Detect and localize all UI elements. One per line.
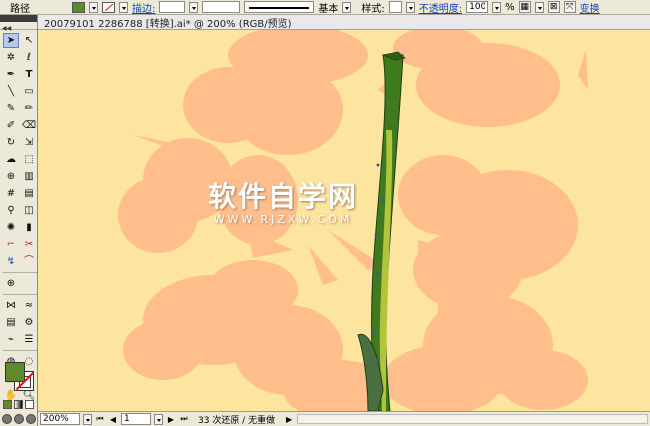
- selection-tool-icon[interactable]: ➤: [3, 33, 19, 48]
- rotate-tool-icon[interactable]: ↻: [3, 135, 19, 150]
- anchor-convert-tool-icon[interactable]: ↯: [3, 254, 19, 269]
- direct-selection-tool-icon[interactable]: ↖: [21, 33, 37, 48]
- status-menu-icon[interactable]: ▶: [284, 413, 294, 425]
- perspective-grid-tool-icon[interactable]: ▥: [21, 169, 37, 184]
- lasso-tool-icon[interactable]: ℓ: [21, 50, 37, 65]
- fill-swatch[interactable]: [5, 362, 25, 382]
- transform-link[interactable]: 变换: [580, 0, 600, 15]
- knife-tool-icon[interactable]: ⌁: [3, 332, 19, 347]
- artboard-tool-icon[interactable]: ⌐: [3, 237, 19, 252]
- column-graph-tool-icon[interactable]: ▮: [21, 220, 37, 235]
- magic-wand-tool-icon[interactable]: ✲: [3, 50, 19, 65]
- variable-width-field[interactable]: [202, 1, 241, 13]
- illustrator-window: 路径 描边: 基本 样式: 不透明度: % ▦ ⊠ ⤧ 变换 ◀◀ ➤ ↖ ✲: [0, 0, 650, 426]
- puppet-warp-tool-icon[interactable]: ⚙: [21, 315, 37, 330]
- list-tool-icon[interactable]: ☰: [21, 332, 37, 347]
- stroke-link[interactable]: 描边:: [132, 0, 155, 15]
- control-bar: 路径 描边: 基本 样式: 不透明度: % ▦ ⊠ ⤧ 变换: [0, 0, 650, 15]
- draw-normal-icon[interactable]: [2, 414, 12, 424]
- crosshair-tool-icon[interactable]: ⊕: [3, 276, 19, 291]
- drawing-mode-buttons: [2, 414, 36, 424]
- path-label: 路径: [10, 3, 30, 15]
- slice-tool-icon[interactable]: ✂: [21, 237, 37, 252]
- align-dropdown-icon[interactable]: [534, 1, 544, 13]
- symbol-sprayer-tool-icon[interactable]: ✺: [3, 220, 19, 235]
- width-tool-icon[interactable]: ⋈: [3, 298, 19, 313]
- stroke-dropdown-icon[interactable]: [119, 1, 128, 13]
- curvature-tool-icon[interactable]: ⌒: [21, 254, 37, 269]
- color-mode-icon[interactable]: [3, 400, 12, 409]
- style-label: 样式:: [361, 3, 385, 15]
- toolbox-collapse-bar[interactable]: ◀◀: [0, 22, 37, 32]
- none-mode-icon[interactable]: [25, 400, 34, 409]
- layers-tool-icon[interactable]: ▤: [3, 315, 19, 330]
- prev-page-icon[interactable]: ◀: [108, 413, 118, 425]
- eyedropper-tool-icon[interactable]: ⚲: [3, 203, 19, 218]
- opacity-unit: %: [505, 1, 515, 13]
- gradient-tool-icon[interactable]: ▤: [21, 186, 37, 201]
- stroke-color-swatch[interactable]: [102, 1, 115, 13]
- toolbox-header: [0, 15, 37, 22]
- stroke-profile-preview[interactable]: [244, 1, 315, 13]
- stroke-weight-field[interactable]: [159, 1, 186, 13]
- stroke-weight-dropdown-icon[interactable]: [189, 1, 199, 13]
- draw-behind-icon[interactable]: [14, 414, 24, 424]
- horizontal-scrollbar[interactable]: [297, 414, 648, 424]
- toolbox: ◀◀ ➤ ↖ ✲ ℓ ✒ T ╲ ▭ ✎ ✏ ✐ ⌫ ↻ ⇲ ☁ ⬚ ⊕ ▥ #…: [0, 15, 38, 426]
- last-page-icon[interactable]: ⏭: [179, 413, 189, 425]
- align-grid-icon[interactable]: ▦: [518, 1, 531, 13]
- artboard-canvas[interactable]: 软件自学网 WWW.RJZXW.COM: [38, 30, 650, 411]
- next-page-icon[interactable]: ▶: [166, 413, 176, 425]
- stroke-profile-dropdown-icon[interactable]: [342, 1, 352, 13]
- status-info[interactable]: 33 次还原 / 无重做: [192, 413, 281, 426]
- free-transform-tool-icon[interactable]: ⬚: [21, 152, 37, 167]
- watermark: 软件自学网 WWW.RJZXW.COM: [208, 175, 358, 226]
- document-tab[interactable]: 20079101 2286788 [转换].ai* @ 200% (RGB/预览…: [38, 15, 650, 30]
- blend-tool-icon[interactable]: ◫: [21, 203, 37, 218]
- opacity-link[interactable]: 不透明度:: [419, 0, 462, 15]
- stroke-profile-label: 基本: [318, 3, 339, 15]
- fill-dropdown-icon[interactable]: [89, 1, 98, 13]
- shape-builder-tool-icon[interactable]: ⊕: [3, 169, 19, 184]
- pen-tool-icon[interactable]: ✒: [3, 67, 19, 82]
- reshape-tool-icon[interactable]: ≈: [21, 298, 37, 313]
- first-page-icon[interactable]: ⏮: [95, 413, 105, 425]
- type-tool-icon[interactable]: T: [21, 67, 37, 82]
- fill-color-swatch[interactable]: [72, 1, 85, 13]
- line-tool-icon[interactable]: ╲: [3, 84, 19, 99]
- isolate-icon[interactable]: ⊠: [547, 1, 560, 13]
- gradient-mode-icon[interactable]: [14, 400, 23, 409]
- rectangle-tool-icon[interactable]: ▭: [21, 84, 37, 99]
- color-mode-buttons: [3, 400, 34, 409]
- draw-inside-icon[interactable]: [26, 414, 36, 424]
- page-dropdown-icon[interactable]: [154, 413, 163, 425]
- page-field[interactable]: 1: [121, 413, 151, 425]
- collapse-chevron-icon[interactable]: ◀◀: [0, 25, 11, 32]
- scale-tool-icon[interactable]: ⇲: [21, 135, 37, 150]
- document-window: 20079101 2286788 [转换].ai* @ 200% (RGB/预览…: [38, 15, 650, 426]
- warp-tool-icon[interactable]: ☁: [3, 152, 19, 167]
- blob-brush-tool-icon[interactable]: ✐: [3, 118, 19, 133]
- status-bar: 200% ⏮ ◀ 1 ▶ ⏭ 33 次还原 / 无重做 ▶: [38, 411, 650, 426]
- pencil-tool-icon[interactable]: ✏: [21, 101, 37, 116]
- opacity-input[interactable]: [466, 1, 489, 13]
- eraser-tool-icon[interactable]: ⌫: [21, 118, 37, 133]
- zoom-dropdown-icon[interactable]: [83, 413, 92, 425]
- mesh-tool-icon[interactable]: #: [3, 186, 19, 201]
- transform-icon[interactable]: ⤧: [563, 1, 576, 13]
- paintbrush-tool-icon[interactable]: ✎: [3, 101, 19, 116]
- opacity-dropdown-icon[interactable]: [492, 1, 502, 13]
- fill-stroke-swatches[interactable]: [3, 360, 37, 394]
- zoom-field[interactable]: 200%: [40, 413, 80, 425]
- graphic-style-field[interactable]: [388, 1, 402, 13]
- watermark-sub: WWW.RJZXW.COM: [213, 213, 353, 226]
- watermark-main: 软件自学网: [208, 180, 359, 213]
- graphic-style-dropdown-icon[interactable]: [405, 1, 415, 13]
